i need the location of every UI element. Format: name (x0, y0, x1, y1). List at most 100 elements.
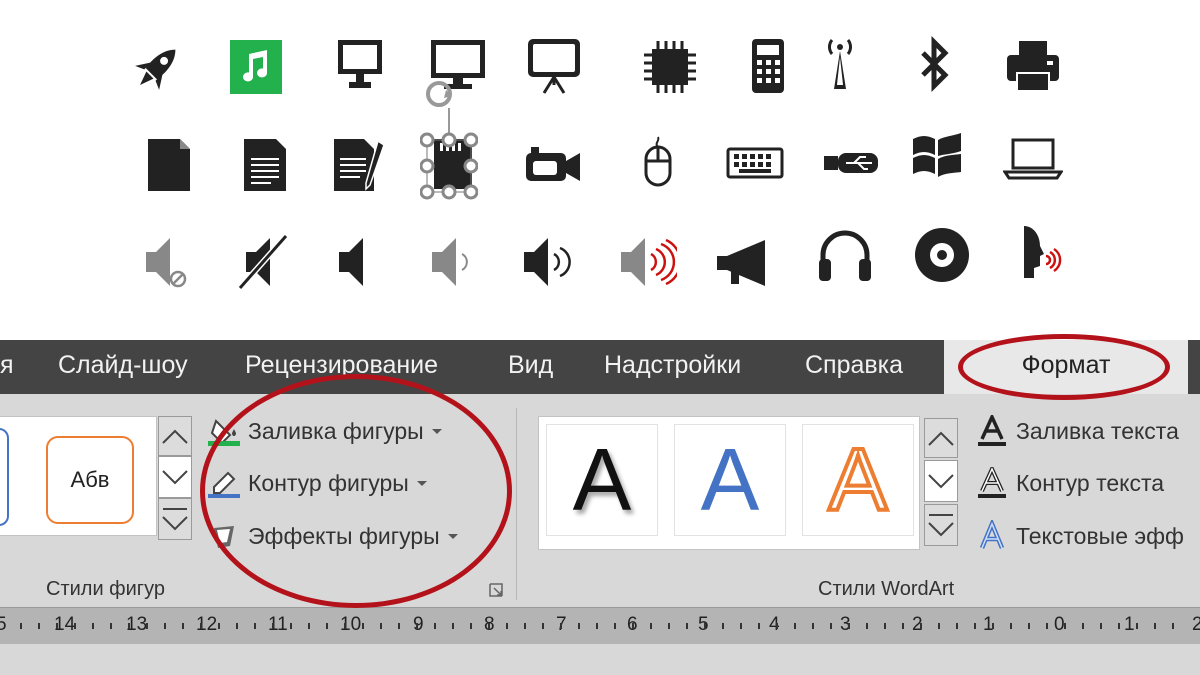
tab-slideshow[interactable]: Слайд-шоу (58, 340, 188, 394)
gallery-scroll-up[interactable] (158, 416, 192, 456)
text-effects-button[interactable]: Текстовые эфф (976, 520, 1200, 552)
shape-styles-group-label: Стили фигур (46, 578, 165, 600)
blank-document-icon[interactable] (140, 135, 200, 195)
keyboard-icon[interactable] (725, 133, 785, 193)
mouse-icon[interactable] (628, 133, 688, 193)
ruler-tick (920, 623, 922, 629)
shape-style-thumb-partial[interactable] (0, 428, 9, 526)
laptop-icon[interactable] (1003, 130, 1063, 190)
chip-icon[interactable] (640, 37, 700, 97)
usb-icon[interactable] (822, 133, 882, 193)
ruler-tick (1064, 623, 1066, 629)
ruler-tick (128, 623, 130, 629)
ruler-tick (1118, 623, 1120, 629)
ruler-tick (290, 623, 292, 629)
ruler-tick (20, 623, 22, 629)
speaker-off-icon[interactable] (236, 232, 296, 292)
music-note-icon[interactable] (230, 40, 282, 94)
slide-area (0, 644, 1200, 675)
tab-help[interactable]: Справка (805, 340, 903, 394)
rocket-icon[interactable] (127, 38, 187, 98)
ruler-tick (1028, 623, 1030, 629)
ruler-label: 0 (1054, 614, 1065, 635)
ruler-tick (560, 623, 562, 629)
ruler-label: 5 (0, 614, 7, 635)
ruler-tick (200, 623, 202, 629)
video-camera-icon[interactable] (523, 137, 583, 197)
ruler-tick (992, 623, 994, 629)
speaker-low-icon[interactable] (428, 232, 488, 292)
ruler-tick (776, 623, 778, 629)
wordart-style-black[interactable]: A (546, 424, 658, 536)
ruler-tick (974, 623, 976, 629)
ruler-tick (434, 623, 436, 629)
ruler-tick (686, 623, 688, 629)
ruler-tick (866, 623, 868, 629)
wordart-scroll-down[interactable] (924, 460, 958, 502)
voice-head-icon[interactable] (1012, 222, 1072, 282)
shape-style-thumb[interactable]: Абв (46, 436, 134, 524)
text-outline-icon (976, 467, 1008, 499)
ruler-label: 1 (1124, 614, 1135, 635)
wordart-more[interactable] (924, 504, 958, 546)
presentation-screen-icon[interactable] (524, 37, 584, 97)
tab-addins[interactable]: Надстройки (604, 340, 741, 394)
ruler-tick (848, 623, 850, 629)
ruler-tick (1082, 623, 1084, 629)
windows-logo-icon[interactable] (907, 127, 967, 187)
wordart-style-orange-outline[interactable]: A (802, 424, 914, 536)
ruler-tick (398, 623, 400, 629)
wordart-scroll-up[interactable] (924, 418, 958, 458)
megaphone-icon[interactable] (713, 232, 773, 292)
ruler-tick (722, 623, 724, 629)
tab-view[interactable]: Вид (508, 340, 553, 394)
text-outline-button[interactable]: Контур текста (976, 467, 1200, 499)
ruler-tick (1136, 623, 1138, 629)
printer-icon[interactable] (1003, 37, 1063, 97)
headphones-icon[interactable] (815, 225, 875, 285)
ruler-tick (488, 623, 490, 629)
text-effects-icon (976, 520, 1008, 552)
speaker-icon[interactable] (333, 232, 393, 292)
gallery-more[interactable] (158, 498, 192, 540)
ruler-tick (1100, 623, 1102, 629)
monitor-icon[interactable] (333, 37, 393, 97)
ruler-tick (830, 623, 832, 629)
ruler-tick (452, 623, 454, 629)
ruler-tick (956, 623, 958, 629)
ruler-tick (938, 623, 940, 629)
calculator-icon[interactable] (738, 37, 798, 97)
edit-document-icon[interactable] (330, 135, 390, 195)
speaker-high-icon[interactable] (617, 232, 677, 292)
text-fill-icon (976, 415, 1008, 447)
ruler-tick (794, 623, 796, 629)
disc-icon[interactable] (912, 225, 972, 285)
ruler-tick (1010, 623, 1012, 629)
wordart-style-blue[interactable]: A (674, 424, 786, 536)
ruler-tick (56, 623, 58, 629)
ruler-tick (758, 623, 760, 629)
ruler-tick (1154, 623, 1156, 629)
ruler-tick (740, 623, 742, 629)
tab-partial[interactable]: я (0, 340, 14, 394)
ruler-tick (326, 623, 328, 629)
icons-canvas (0, 0, 1200, 340)
text-fill-button[interactable]: Заливка текста (976, 415, 1200, 447)
wordart-styles-group-label: Стили WordArt (818, 578, 955, 600)
ruler-tick (164, 623, 166, 629)
dialog-launcher-icon[interactable] (488, 582, 504, 598)
antenna-icon[interactable] (810, 35, 870, 95)
ruler-tick (542, 623, 544, 629)
ruler-tick (614, 623, 616, 629)
text-document-icon[interactable] (236, 135, 296, 195)
gallery-scroll-down[interactable] (158, 456, 192, 498)
highlight-ellipse-format-tab (958, 334, 1170, 400)
selection-handles[interactable] (419, 78, 479, 200)
ruler-tick (146, 623, 148, 629)
horizontal-ruler[interactable]: 5 14 13 12 11 10 9 8 7 6 5 4 3 2 1 0 1 2 (0, 607, 1200, 644)
ruler-tick (92, 623, 94, 629)
speaker-medium-icon[interactable] (520, 232, 580, 292)
bluetooth-icon[interactable] (905, 35, 965, 95)
ruler-tick (704, 623, 706, 629)
speaker-muted-icon[interactable] (140, 232, 200, 292)
